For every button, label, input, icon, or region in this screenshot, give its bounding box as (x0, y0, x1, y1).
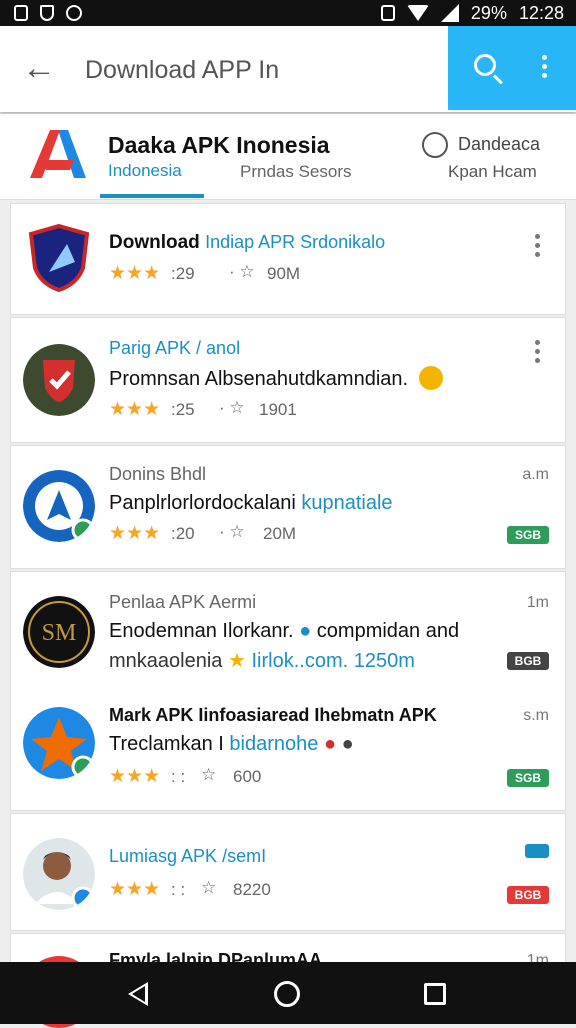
app-title: Mark APK Iinfoasiaread Ihebmatn APK (109, 705, 437, 725)
signal-icon (440, 4, 459, 22)
app-title: Parig APK / anol (109, 338, 241, 358)
timestamp: s.m (523, 707, 549, 724)
svg-text:SM: SM (42, 620, 77, 646)
security-app-icon (23, 344, 95, 416)
shield-app-icon (28, 223, 90, 293)
list-item[interactable]: Mark APK Iinfoasiaread Ihebmatn APK Trec… (10, 679, 566, 811)
timestamp: a.m (522, 466, 549, 483)
star-app-icon (23, 707, 95, 779)
tab-indicator (100, 194, 204, 198)
shield-icon (40, 5, 54, 21)
downloads-count: 20M (263, 524, 297, 543)
browser-app-icon (23, 470, 95, 542)
status-bar: 29% 12:28 (0, 0, 576, 26)
rating-stars: ★★★ (109, 263, 161, 284)
downloads-count: 90M (267, 264, 301, 283)
app-description: Enodemnan Ilorkanr. ● compmidan and (109, 620, 460, 642)
downloads-count: 600 (233, 767, 262, 786)
list-item[interactable]: Lumiasg APK /semI ★★★ : : ☆ 8220 BGB (10, 813, 566, 931)
wifi-icon (406, 5, 429, 21)
timestamp: 1m (526, 594, 549, 611)
app-title: Donins Bhdl (109, 464, 207, 484)
app-title: Penlaa APK Aermi (109, 592, 257, 612)
page-title: Daaka APK Inonesia (108, 132, 330, 158)
downloads-icon: · ☆ (219, 398, 245, 417)
tab-right-label[interactable]: Dandeaca (458, 134, 540, 155)
rating-stars: ★★★ (109, 399, 161, 420)
flag-icon (525, 844, 549, 858)
downloads-icon: ☆ (201, 878, 217, 897)
status-badge: SGB (507, 769, 549, 787)
nav-recent-icon[interactable] (424, 983, 446, 1005)
app-description: Promnsan Albsenahutdkamndian. (109, 368, 409, 390)
rating-stars: ★★★ (109, 766, 161, 787)
avatar (23, 838, 95, 910)
notification-icon (14, 5, 28, 21)
rating-value: :29 (171, 264, 195, 283)
clock: 12:28 (518, 2, 564, 23)
search-icon[interactable] (474, 54, 496, 76)
app-link[interactable]: mnkaaolenia ★ Iirlok..com. 1250m (109, 648, 415, 673)
downloads-icon: ☆ (201, 765, 217, 784)
rating-value: : : (171, 880, 186, 899)
status-badge: BGB (507, 652, 549, 670)
vibrate-icon (380, 5, 395, 21)
downloads-count: 8220 (233, 880, 271, 899)
more-vert-icon[interactable] (535, 340, 541, 363)
status-badge: SGB (507, 526, 549, 544)
list-item[interactable]: Parig APK / anol Promnsan Albsenahutdkam… (10, 317, 566, 443)
list-item[interactable]: Download Indiap APR Srdonikalo ★★★ :29 ·… (10, 203, 566, 315)
list-item[interactable]: Donins Bhdl Panplrlorlordockalani kupnat… (10, 445, 566, 569)
tab-right-sublabel: Kpan Hcam (448, 162, 537, 181)
downloads-count: 1901 (259, 400, 297, 419)
developer-header: Daaka APK Inonesia Indonesia Prndas Seso… (0, 114, 576, 200)
tab-sensors[interactable]: Prndas Sesors (240, 162, 352, 182)
rating-stars: ★★★ (109, 523, 161, 544)
list-item[interactable]: SM Penlaa APK Aermi Enodemnan Ilorkanr. … (10, 571, 566, 679)
rating-value: :20 (171, 524, 195, 543)
app-logo-icon (30, 130, 86, 178)
toolbar-actions (448, 26, 576, 110)
emoji-icon (419, 366, 443, 390)
status-badge: BGB (507, 886, 549, 904)
downloads-icon: · ☆ (229, 262, 255, 281)
app-description: Treclamkan I bidarnohe ● ● (109, 733, 354, 755)
nav-back-icon[interactable] (128, 982, 148, 1006)
app-title: Download Indiap APR Srdonikalo (109, 232, 386, 253)
app-title: Lumiasg APK /semI (109, 846, 267, 866)
location-icon (66, 5, 82, 21)
rating-stars: ★★★ (109, 879, 161, 900)
tab-indonesia[interactable]: Indonesia (108, 161, 182, 181)
nav-home-icon[interactable] (274, 981, 300, 1007)
search-query[interactable]: Download APP In (85, 56, 279, 85)
rating-value: : : (171, 767, 186, 786)
app-description: Panplrlorlordockalani kupnatiale (109, 492, 393, 514)
rating-value: :25 (171, 400, 195, 419)
battery-percent: 29% (470, 2, 507, 23)
monogram-app-icon: SM (23, 596, 95, 668)
system-nav-bar (0, 962, 576, 1024)
more-vert-icon[interactable] (535, 234, 541, 257)
more-vert-icon[interactable] (542, 55, 548, 78)
arrow-left-icon[interactable]: ← (22, 51, 62, 85)
search-toolbar: ← Download APP In (0, 26, 576, 112)
downloads-icon: · ☆ (219, 522, 245, 541)
chat-icon[interactable] (422, 132, 448, 158)
